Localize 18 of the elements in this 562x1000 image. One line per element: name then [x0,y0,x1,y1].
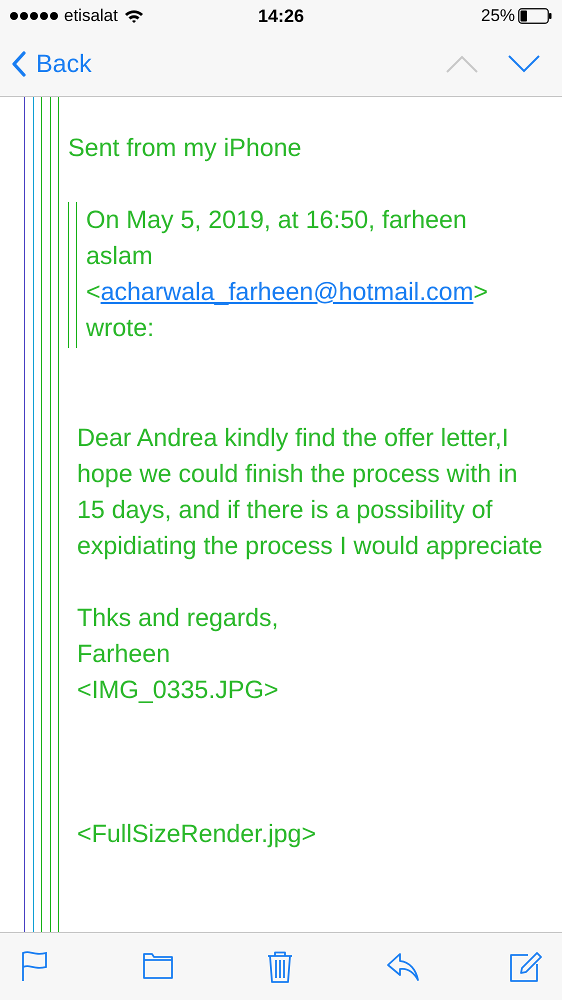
back-button[interactable]: Back [12,50,92,78]
body-paragraph: Dear Andrea kindly find the offer letter,I hope we could finish the process with in 15 days, and if there is a possibility of expidiating the process I would appreciate [77,423,544,562]
next-message-button[interactable] [508,55,540,73]
back-chevron-icon [12,51,26,77]
carrier-name: etisalat [64,6,118,26]
signature-text: Sent from my iPhone [68,133,302,164]
body-text: Farheen [77,639,172,670]
body-text: Thks and regards, [77,603,280,634]
battery-percent: 25% [480,6,516,26]
body-text: <IMG_0335.JPG> [77,675,280,706]
status-time: 14:26 [258,6,304,26]
attribution-text: On May 5, 2019, at 16:50, farheen aslam <acharwala_farheen@hotmail.com> wrote: [76,202,546,348]
wifi-icon [124,8,144,24]
body-text: <FullSizeRender.jpg> [77,819,318,850]
signal-icon [10,11,58,21]
email-link[interactable]: acharwala_farheen@hotmail.com [100,278,474,306]
battery-icon [518,8,552,24]
compose-icon[interactable] [508,950,542,984]
